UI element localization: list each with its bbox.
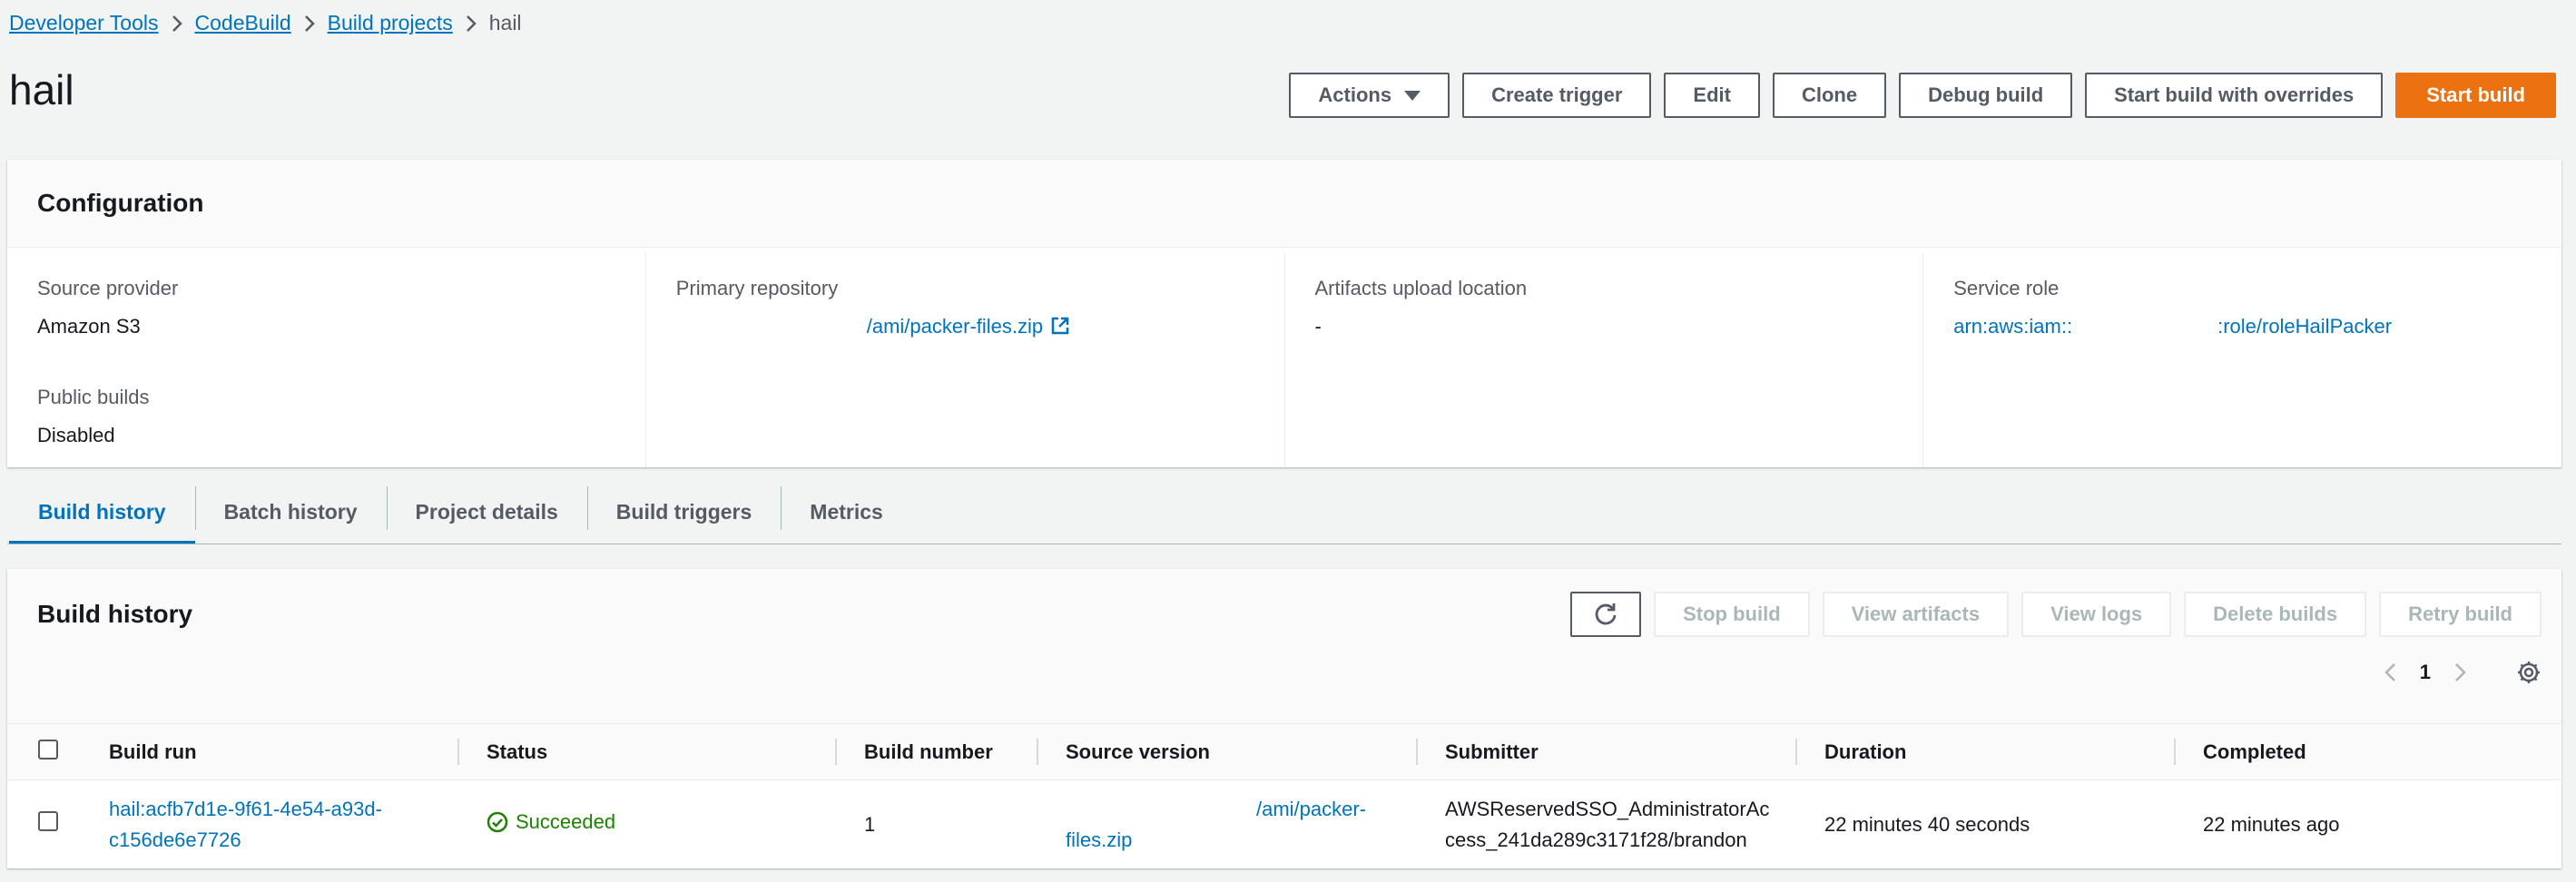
tab-metrics[interactable]: Metrics [781, 479, 912, 544]
source-line2: files.zip [1066, 828, 1133, 851]
build-history-panel: Build history Stop build View artifacts … [7, 569, 2561, 868]
config-column-role: Service role arn:aws:iam:::role/roleHail… [1922, 253, 2561, 467]
select-all-cell [7, 724, 82, 780]
duration-cell: 22 minutes 40 seconds [1824, 812, 2030, 836]
tab-build-history[interactable]: Build history [9, 479, 195, 544]
external-link-icon[interactable] [1050, 316, 1070, 336]
build-run-link[interactable]: hail:acfb7d1e-9f61-4e54-a93d-c156de6e772… [109, 798, 382, 851]
chevron-right-icon [159, 15, 195, 33]
submitter-line2: cess_241da289c3171f28/brandon [1445, 828, 1747, 851]
breadcrumb-build-projects[interactable]: Build projects [328, 11, 453, 35]
header-actions: Actions Create trigger Edit Clone Debug … [1289, 73, 2556, 118]
artifacts-upload-label: Artifacts upload location [1314, 277, 1528, 299]
row-checkbox[interactable] [38, 810, 58, 831]
breadcrumb-developer-tools[interactable]: Developer Tools [9, 11, 159, 35]
tab-build-triggers[interactable]: Build triggers [586, 479, 782, 544]
gear-icon[interactable] [2516, 660, 2542, 685]
delete-builds-button[interactable]: Delete builds [2184, 592, 2367, 637]
build-history-header: Build history Stop build View artifacts … [7, 569, 2561, 723]
config-column-repository: Primary repository /ami/packer-files.zip [644, 253, 1284, 467]
service-role-value: arn:aws:iam:::role/roleHailPacker [1953, 313, 2532, 340]
service-role-link[interactable]: arn:aws:iam:::role/roleHailPacker [1953, 315, 2392, 338]
build-run-line1: hail:acfb7d1e-9f61-4e54-a93d- [109, 797, 382, 820]
public-builds-value: Disabled [37, 424, 115, 446]
actions-dropdown-button[interactable]: Actions [1289, 73, 1450, 118]
build-number-cell: 1 [864, 812, 876, 836]
service-role-suffix: :role/roleHailPacker [2217, 315, 2393, 338]
column-header-build-run[interactable]: Build run [82, 724, 459, 780]
view-logs-button[interactable]: View logs [2021, 592, 2172, 637]
chevron-right-icon [453, 15, 489, 33]
submitter-cell: AWSReservedSSO_AdministratorAc cess_241da… [1418, 780, 1797, 869]
column-header-duration[interactable]: Duration [1797, 724, 2176, 780]
tab-list: Build history Batch history Project deta… [9, 479, 912, 544]
edit-button[interactable]: Edit [1664, 73, 1760, 118]
submitter-line1: AWSReservedSSO_AdministratorAc [1445, 797, 1770, 820]
redacted-block [1066, 799, 1256, 820]
build-run-line2: c156de6e7726 [109, 828, 241, 851]
column-header-build-number[interactable]: Build number [837, 724, 1038, 780]
start-build-with-overrides-button[interactable]: Start build with overrides [2085, 73, 2384, 118]
caret-down-icon [1404, 90, 1421, 101]
refresh-icon [1595, 603, 1617, 625]
status-badge: Succeeded [487, 807, 615, 838]
redacted-block [2072, 318, 2218, 338]
create-trigger-button[interactable]: Create trigger [1462, 73, 1652, 118]
view-artifacts-button[interactable]: View artifacts [1822, 592, 2010, 637]
service-role-label: Service role [1953, 277, 2060, 299]
build-history-title: Build history [37, 600, 193, 628]
start-build-button[interactable]: Start build [2395, 73, 2556, 118]
config-column-source: Source provider Amazon S3 Public builds … [7, 253, 645, 467]
success-check-icon [487, 812, 508, 833]
source-provider-value: Amazon S3 [37, 315, 141, 338]
configuration-header: Configuration [7, 160, 2561, 248]
breadcrumb-codebuild[interactable]: CodeBuild [195, 11, 291, 35]
stop-build-button[interactable]: Stop build [1654, 592, 1810, 637]
redacted-block [675, 318, 867, 338]
retry-build-button[interactable]: Retry build [2379, 592, 2542, 637]
source-provider-label: Source provider [37, 277, 179, 299]
build-history-actions: Stop build View artifacts View logs Dele… [1570, 592, 2542, 637]
chevron-left-icon[interactable] [2382, 662, 2400, 682]
configuration-title: Configuration [37, 189, 204, 217]
table-row: hail:acfb7d1e-9f61-4e54-a93d-c156de6e772… [7, 780, 2561, 869]
status-cell: Succeeded [459, 780, 837, 869]
actions-label: Actions [1318, 83, 1392, 106]
primary-repository-link[interactable]: /ami/packer-files.zip [867, 315, 1043, 338]
primary-repository-label: Primary repository [675, 277, 839, 299]
configuration-body: Source provider Amazon S3 Public builds … [7, 248, 2561, 467]
breadcrumb-current: hail [488, 11, 522, 34]
public-builds-label: Public builds [37, 386, 150, 408]
table-header-row: Build run Status Build number Source ver… [7, 723, 2561, 780]
source-line1: /ami/packer- [1256, 797, 1367, 820]
source-version-link[interactable]: /ami/packer-files.zip [1066, 798, 1366, 851]
artifacts-upload-value: - [1314, 315, 1322, 338]
pagination: 1 [2382, 660, 2542, 685]
row-select-cell [7, 780, 82, 869]
build-history-table: Build run Status Build number Source ver… [7, 723, 2561, 869]
page-title: hail [9, 66, 74, 113]
column-header-completed[interactable]: Completed [2176, 724, 2561, 780]
config-column-artifacts: Artifacts upload location - [1283, 253, 1923, 467]
status-text: Succeeded [516, 810, 616, 834]
column-header-submitter[interactable]: Submitter [1418, 724, 1797, 780]
build-run-cell: hail:acfb7d1e-9f61-4e54-a93d-c156de6e772… [82, 780, 459, 869]
debug-build-button[interactable]: Debug build [1899, 73, 2073, 118]
column-header-source-version[interactable]: Source version [1038, 724, 1418, 780]
configuration-panel: Configuration Source provider Amazon S3 … [7, 160, 2561, 467]
tab-project-details[interactable]: Project details [386, 479, 587, 544]
source-version-cell: /ami/packer-files.zip [1038, 780, 1418, 869]
completed-cell: 22 minutes ago [2203, 812, 2340, 836]
clone-button[interactable]: Clone [1772, 73, 1887, 118]
chevron-right-icon [291, 15, 328, 33]
select-all-checkbox[interactable] [38, 739, 58, 760]
refresh-button[interactable] [1570, 592, 1642, 637]
current-page[interactable]: 1 [2420, 661, 2431, 684]
chevron-right-icon[interactable] [2451, 662, 2469, 682]
column-header-status[interactable]: Status [459, 724, 837, 780]
tab-batch-history[interactable]: Batch history [194, 479, 387, 544]
breadcrumb: Developer Tools CodeBuild Build projects… [9, 11, 522, 35]
service-role-prefix: arn:aws:iam:: [1953, 315, 2073, 338]
primary-repository-value: /ami/packer-files.zip [675, 313, 1254, 340]
